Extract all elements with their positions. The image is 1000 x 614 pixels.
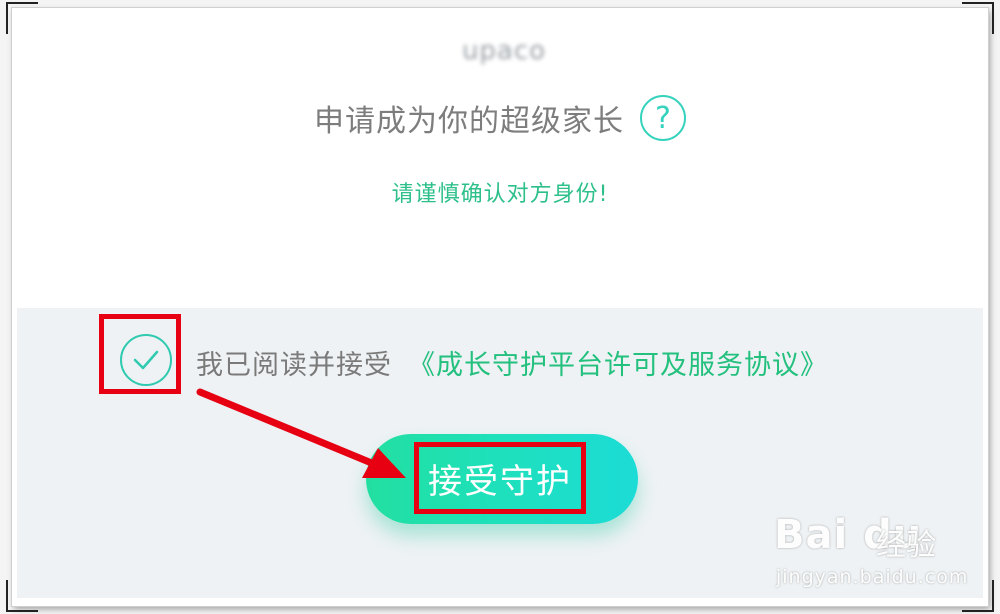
baidu-jingyan-watermark: Bai du 经验 jingyan.baidu.com [756,508,976,598]
watermark-brand: 经验 [876,528,936,563]
screenshot-frame: upaco 申请成为你的超级家长 ? 请谨慎确认对方身份! 我已阅读并接受 《成… [6,2,994,612]
watermark-url: jingyan.baidu.com [776,566,969,588]
